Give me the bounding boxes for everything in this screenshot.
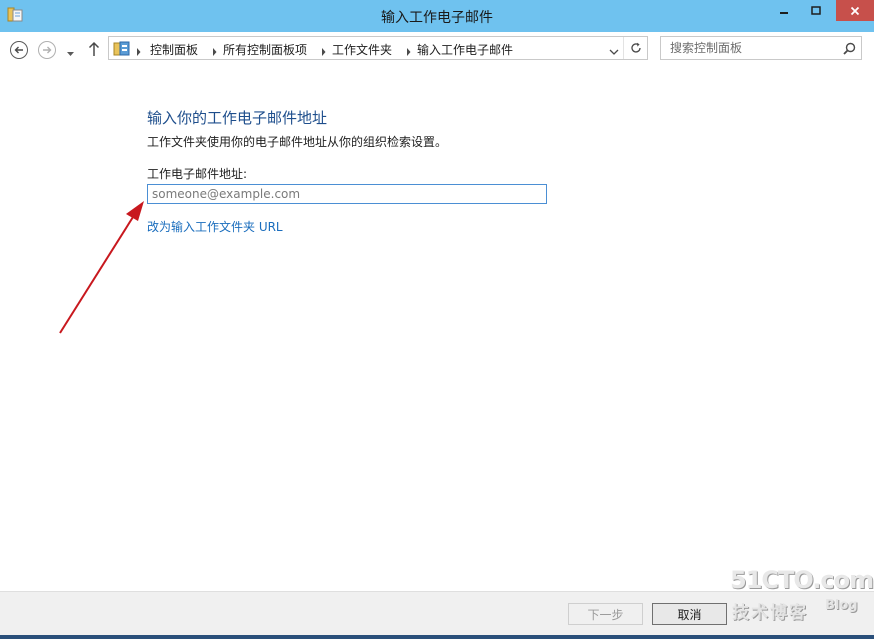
breadcrumb-separator-icon: [321, 45, 326, 59]
breadcrumb-separator-icon: [212, 45, 217, 59]
email-field[interactable]: [147, 184, 547, 204]
forward-arrow-icon: [43, 46, 52, 54]
breadcrumb-all-items[interactable]: 所有控制面板项: [223, 41, 307, 58]
forward-button[interactable]: [38, 41, 56, 59]
refresh-icon: [631, 42, 641, 53]
back-button[interactable]: [10, 41, 28, 59]
breadcrumb-separator-icon: [406, 45, 411, 59]
chevron-down-icon: [67, 52, 74, 56]
up-arrow-icon: [88, 41, 100, 56]
watermark-blog: Blog: [825, 598, 858, 613]
enter-url-link[interactable]: 改为输入工作文件夹 URL: [147, 218, 283, 235]
address-history-dropdown[interactable]: [609, 45, 619, 59]
up-button[interactable]: [88, 41, 100, 60]
address-bar[interactable]: 控制面板 所有控制面板项 工作文件夹 输入工作电子邮件: [108, 36, 648, 60]
taskbar-edge: [0, 635, 874, 639]
search-icon[interactable]: [843, 42, 856, 58]
page-heading: 输入你的工作电子邮件地址: [147, 109, 328, 127]
watermark: 51CTO.com 技术博客 Blog: [730, 566, 874, 623]
search-box: [660, 36, 862, 60]
next-button[interactable]: 下一步: [568, 603, 643, 625]
watermark-logo-text: 51CTO.com: [730, 566, 874, 594]
title-bar: 输入工作电子邮件: [0, 0, 874, 32]
chevron-down-icon: [609, 49, 619, 55]
email-field-label: 工作电子邮件地址:: [147, 167, 248, 181]
close-icon: [850, 6, 860, 15]
cancel-button[interactable]: 取消: [652, 603, 727, 625]
page-description: 工作文件夹使用你的电子邮件地址从你的组织检索设置。: [147, 135, 448, 149]
breadcrumb-work-folders[interactable]: 工作文件夹: [332, 41, 392, 58]
search-input[interactable]: [661, 37, 839, 59]
back-arrow-icon: [14, 46, 23, 54]
breadcrumb-separator-icon: [136, 45, 141, 59]
window-title: 输入工作电子邮件: [381, 10, 493, 26]
close-button[interactable]: [836, 0, 874, 21]
breadcrumb-current[interactable]: 输入工作电子邮件: [417, 41, 513, 58]
annotation-arrow: [59, 201, 144, 334]
minimize-button[interactable]: [771, 0, 797, 21]
minimize-icon: [780, 11, 788, 14]
maximize-icon: [811, 5, 821, 15]
refresh-button[interactable]: [623, 37, 648, 59]
watermark-subtitle: 技术博客: [732, 603, 808, 623]
recent-locations-dropdown[interactable]: [66, 46, 75, 60]
breadcrumb-control-panel[interactable]: 控制面板: [150, 41, 198, 58]
maximize-button[interactable]: [803, 0, 829, 21]
control-panel-icon: [113, 41, 131, 60]
